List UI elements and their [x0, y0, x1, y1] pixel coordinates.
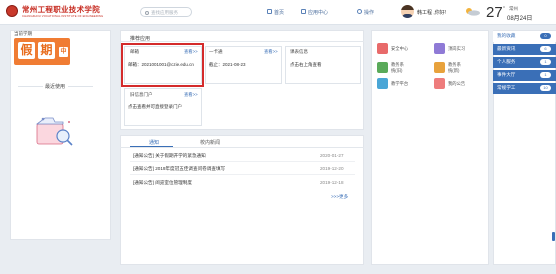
old-portal-body: 点击查看并可直接登录门户	[128, 104, 182, 109]
avatar[interactable]	[401, 5, 414, 18]
weather-date: 08月24日	[507, 16, 533, 22]
count-badge: 6	[540, 46, 551, 52]
megaphone-icon[interactable]	[434, 78, 445, 89]
menu-event-hall-label[interactable]: 事件大厅	[497, 72, 515, 78]
divider	[68, 86, 93, 87]
search-placeholder: 查找应用服务	[151, 10, 178, 15]
app-academic-new[interactable]: 教务系统(新)	[448, 62, 464, 74]
count-badge: 1	[540, 59, 551, 65]
app-security-center[interactable]: 安全中心	[391, 46, 408, 52]
divider	[120, 147, 364, 148]
divider	[120, 41, 364, 42]
schedule-card-title: 课表信息	[290, 49, 308, 54]
menu-latest-info-label[interactable]: 最新资讯	[497, 46, 515, 52]
search-icon	[145, 10, 149, 15]
app-my-notices[interactable]: 我的公告	[448, 81, 465, 87]
tab-campus-news[interactable]: 校内新闻	[200, 139, 220, 146]
notice-date-3: 2019-12-18	[320, 180, 344, 185]
old-portal-more-link[interactable]: 查看>>	[184, 92, 198, 98]
search-input[interactable]: 查找应用服务	[140, 7, 192, 17]
campus-card-title: 一卡通	[209, 49, 223, 54]
holiday-char-1: 假	[18, 42, 35, 59]
highlight-box	[121, 43, 204, 87]
power-icon	[357, 9, 362, 14]
notice-row-2[interactable]: [通知公告] 2019年度冠五佳调查问卷调查填写	[133, 166, 225, 172]
menu-personal-service-label[interactable]: 个人服务	[497, 59, 515, 65]
count-badge: 1	[540, 72, 551, 78]
monitor-icon[interactable]	[377, 78, 388, 89]
notice-row-1[interactable]: [通知公告] 关于假期开学的紧急通知	[133, 153, 206, 159]
tab-notice[interactable]: 通知	[149, 139, 159, 146]
old-portal-title: 旧信息门户	[130, 92, 153, 97]
internship-icon[interactable]	[434, 43, 445, 54]
apps-panel	[371, 30, 489, 265]
grid-icon	[301, 9, 306, 14]
semester-label: 当前学期	[14, 31, 32, 36]
count-badge: 10	[540, 85, 551, 91]
count-badge: 0	[540, 33, 551, 39]
campus-card-more-link[interactable]: 查看>>	[264, 49, 278, 55]
book-icon[interactable]	[377, 62, 388, 73]
divider	[130, 161, 355, 162]
school-name-en: CHANGZHOU VOCATIONAL INSTITUTE OF ENGINE…	[22, 14, 104, 18]
school-logo-icon	[6, 5, 18, 17]
holiday-char-2: 期	[38, 42, 55, 59]
campus-card-body: 截止：2021-08-23	[209, 62, 246, 67]
temperature: 27	[486, 4, 503, 21]
user-greeting[interactable]: 韩工程 ,你好!	[417, 9, 446, 16]
book-icon[interactable]	[434, 62, 445, 73]
recent-used-title: 最近使用	[44, 84, 66, 90]
shield-icon[interactable]	[377, 43, 388, 54]
notice-date-1: 2020-01-27	[320, 153, 344, 158]
app-teaching-platform[interactable]: 教学平台	[391, 81, 408, 87]
app-internship[interactable]: 顶岗实习	[448, 46, 465, 52]
app-academic-old[interactable]: 教务系统(旧)	[391, 62, 407, 74]
menu-favorites-label[interactable]: 我的收藏	[497, 33, 515, 39]
temperature-unit: °	[503, 6, 505, 12]
notice-date-2: 2019-12-20	[320, 166, 344, 171]
divider	[18, 86, 43, 87]
scrollbar-thumb[interactable]	[552, 232, 555, 241]
cloud-sun-icon	[466, 8, 480, 16]
schedule-card-body: 点击右上角查看	[290, 62, 322, 67]
more-link[interactable]: >>>更多	[331, 194, 348, 200]
holiday-char-small: 中	[59, 47, 68, 57]
weather-city: 常州	[509, 6, 518, 11]
empty-folder-icon	[35, 117, 73, 146]
notice-row-3[interactable]: [通知公告] 阅览室位管理制度	[133, 180, 192, 186]
nav-operate[interactable]: 操作	[364, 9, 374, 16]
nav-home[interactable]: 首页	[274, 9, 284, 16]
menu-student-affairs-label[interactable]: 常规学工	[497, 85, 515, 91]
divider	[130, 174, 355, 175]
home-icon	[267, 9, 272, 14]
nav-app-center[interactable]: 应用中心	[308, 9, 328, 16]
